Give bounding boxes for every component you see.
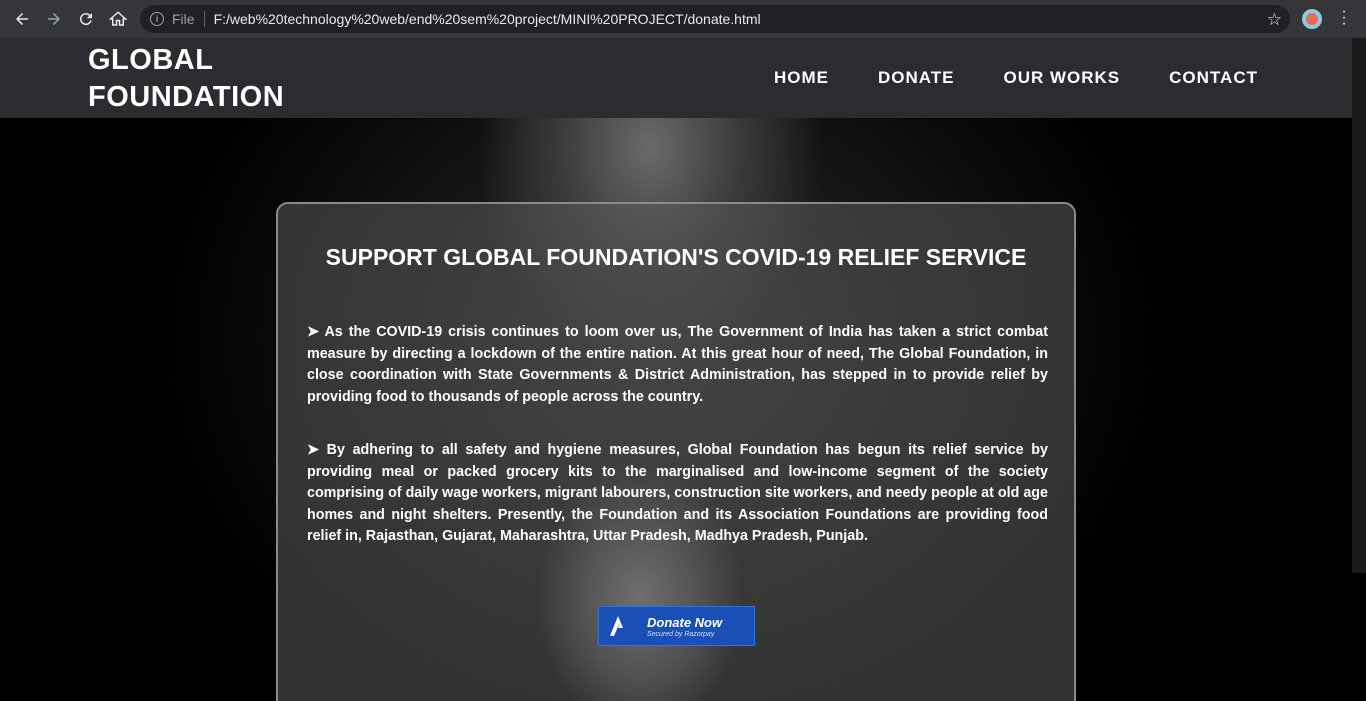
url-text[interactable]: F:/web%20technology%20web/end%20sem%20pr… (214, 11, 761, 27)
brand-line-2: FOUNDATION (88, 81, 285, 113)
home-icon[interactable] (102, 3, 134, 35)
separator (203, 11, 205, 27)
razorpay-logo-icon (599, 607, 635, 645)
card-paragraph-2: ➤ By adhering to all safety and hygiene … (307, 442, 1048, 544)
scrollbar[interactable] (1352, 38, 1366, 573)
nav-home[interactable]: HOME (774, 68, 829, 88)
donate-now-button[interactable]: Donate Now Secured by Razorpay (598, 606, 755, 646)
brand-logo[interactable]: GLOBAL FOUNDATION (88, 42, 284, 116)
reload-icon[interactable] (70, 3, 102, 35)
brand-line-1: GLOBAL (88, 44, 214, 76)
info-icon[interactable]: i (150, 12, 164, 26)
menu-kebab-icon[interactable]: · · · (1338, 4, 1350, 32)
site-header: GLOBAL FOUNDATION HOME DONATE OUR WORKS … (0, 38, 1352, 118)
address-bar[interactable]: i File F:/web%20technology%20web/end%20s… (140, 5, 1290, 33)
donation-card: SUPPORT GLOBAL FOUNDATION'S COVID-19 REL… (276, 202, 1076, 701)
donate-button-label: Donate Now (647, 614, 723, 630)
page: GLOBAL FOUNDATION HOME DONATE OUR WORKS … (0, 38, 1366, 701)
bookmark-star-icon[interactable]: ☆ (1267, 10, 1282, 30)
browser-toolbar: i File F:/web%20technology%20web/end%20s… (0, 0, 1366, 38)
donate-button-sublabel: Secured by Razorpay (647, 630, 715, 638)
card-title: SUPPORT GLOBAL FOUNDATION'S COVID-19 REL… (325, 244, 1027, 270)
forward-icon[interactable] (38, 3, 70, 35)
back-icon[interactable] (6, 3, 38, 35)
file-label: File (172, 11, 195, 27)
main-nav: HOME DONATE OUR WORKS CONTACT (774, 68, 1258, 88)
extension-icon[interactable] (1302, 9, 1322, 29)
nav-contact[interactable]: CONTACT (1169, 68, 1258, 88)
nav-our-works[interactable]: OUR WORKS (1003, 68, 1120, 88)
card-paragraph-1: ➤ As the COVID-19 crisis continues to lo… (307, 324, 1048, 405)
nav-donate[interactable]: DONATE (878, 68, 955, 88)
